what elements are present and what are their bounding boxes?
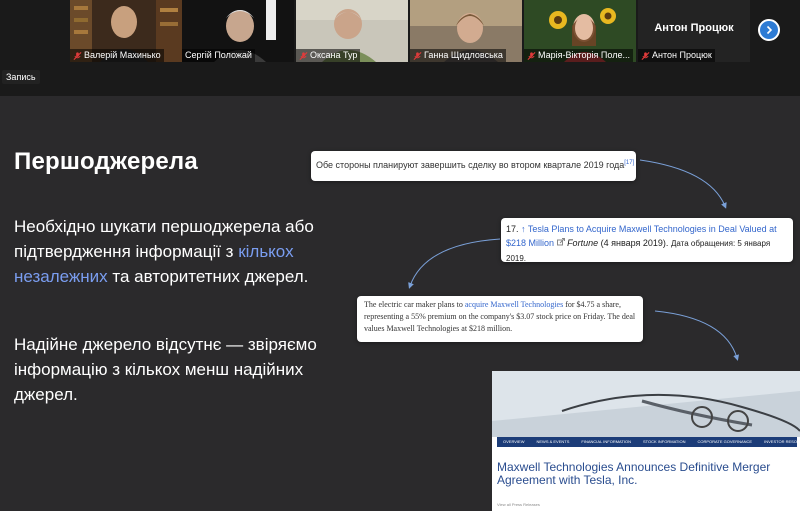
arrow-1	[639, 159, 727, 209]
slide-title: Першоджерела	[14, 148, 198, 175]
participant-name: Валерій Махинько	[84, 50, 161, 60]
shared-screen-slide: Першоджерела Необхідно шукати першоджере…	[0, 96, 800, 511]
reference-marker: [17]	[624, 160, 635, 166]
quote-text: Обе стороны планируют завершить сделку в…	[316, 160, 625, 170]
external-link-icon	[556, 238, 565, 246]
participant-name: Ганна Щидловська	[424, 50, 503, 60]
participant-tile[interactable]: Антон Процюк Антон Процюк	[638, 0, 750, 62]
arrow-3	[654, 310, 740, 361]
nav-item[interactable]: INVESTOR RESOUR	[758, 437, 800, 447]
site-nav: OVERVIEW NEWS & EVENTS FINANCIAL INFORMA…	[497, 437, 800, 447]
mic-muted-icon	[527, 51, 536, 60]
mic-muted-icon	[299, 51, 308, 60]
press-release-screenshot: OVERVIEW NEWS & EVENTS FINANCIAL INFORMA…	[492, 371, 800, 511]
slide-text: та авторитетних джерел.	[107, 267, 309, 286]
slide-paragraph-1: Необхідно шукати першоджерела або підтве…	[14, 214, 334, 289]
next-participants-button[interactable]	[758, 19, 780, 41]
excerpt-link: acquire Maxwell Technologies	[464, 300, 564, 309]
chevron-right-icon	[766, 25, 773, 35]
participant-name-bar: Оксана Тур	[296, 49, 361, 62]
participant-name: Сергій Положай	[185, 50, 252, 60]
participant-big-name: Антон Процюк	[654, 22, 734, 34]
reference-date: (4 января 2019).	[598, 238, 669, 248]
participant-tile[interactable]: Оксана Тур	[296, 0, 408, 62]
participant-name-bar: Ганна Щидловська	[410, 49, 506, 62]
reference-number: 17.	[506, 224, 519, 234]
participant-tile[interactable]: Валерій Махинько	[70, 0, 182, 62]
participant-name-bar: Валерій Махинько	[70, 49, 164, 62]
participant-name-bar: Сергій Положай	[182, 49, 255, 62]
nav-item[interactable]: OVERVIEW	[497, 437, 531, 447]
participant-name: Оксана Тур	[310, 50, 358, 60]
participant-tile-active[interactable]: Сергій Положай	[182, 0, 294, 62]
participant-strip: Валерій Махинько Сергій Положай Оксана Т…	[0, 0, 800, 66]
wiki-quote-card: Обе стороны планируют завершить сделку в…	[311, 151, 636, 181]
reference-card: 17. ↑ Tesla Plans to Acquire Maxwell Tec…	[501, 218, 793, 263]
participant-name: Антон Процюк	[652, 50, 712, 60]
arrow-2	[408, 238, 501, 289]
reference-source: Fortune	[567, 238, 599, 248]
participant-name-bar: Марія-Вікторія Поле...	[524, 49, 633, 62]
participant-tile[interactable]: Ганна Щидловська	[410, 0, 522, 62]
nav-item[interactable]: FINANCIAL INFORMATION	[575, 437, 637, 447]
nav-item[interactable]: NEWS & EVENTS	[531, 437, 576, 447]
nav-item[interactable]: CORPORATE GOVERNANCE	[692, 437, 759, 447]
slide-paragraph-2: Надійне джерело відсутнє — звіряємо інфо…	[14, 335, 317, 404]
recording-indicator: Запись	[2, 70, 40, 84]
header-photo	[492, 371, 800, 437]
press-release-meta: View all Press Releases	[497, 502, 540, 507]
up-arrow-icon: ↑	[521, 224, 526, 234]
nav-item[interactable]: STOCK INFORMATION	[637, 437, 692, 447]
participant-name: Марія-Вікторія Поле...	[538, 50, 630, 60]
mic-muted-icon	[641, 51, 650, 60]
excerpt-text: The electric car maker plans to	[364, 300, 465, 309]
press-release-headline: Maxwell Technologies Announces Definitiv…	[497, 460, 771, 487]
mic-muted-icon	[413, 51, 422, 60]
mic-muted-icon	[73, 51, 82, 60]
participant-name-bar: Антон Процюк	[638, 49, 715, 62]
article-excerpt-card: The electric car maker plans to acquire …	[357, 296, 643, 342]
participant-tile[interactable]: Марія-Вікторія Поле...	[524, 0, 636, 62]
